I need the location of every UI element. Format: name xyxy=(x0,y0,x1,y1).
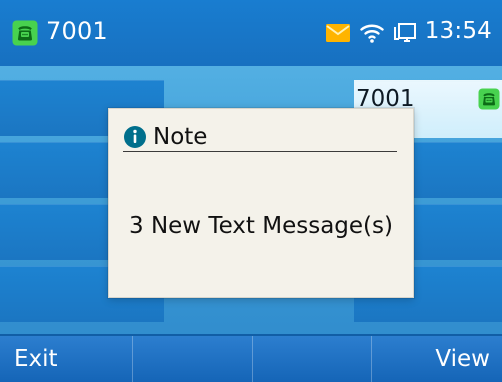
dialog-title: Note xyxy=(153,123,208,150)
status-bar: 7001 13:54 xyxy=(0,0,502,66)
softkey-bar: Exit View xyxy=(0,334,502,382)
phone-icon xyxy=(478,88,500,110)
envelope-icon xyxy=(325,23,351,43)
dialog-divider xyxy=(123,151,397,152)
status-time: 13:54 xyxy=(424,17,492,44)
softkey-blank-2[interactable] xyxy=(253,336,372,382)
wifi-icon xyxy=(359,22,385,44)
status-right-group: 13:54 xyxy=(325,0,492,66)
dialog-header: Note xyxy=(123,125,207,149)
line-number: 7001 xyxy=(46,17,108,45)
display-icon xyxy=(393,22,417,44)
dialog-message: 3 New Text Message(s) xyxy=(129,213,393,239)
softkey-exit[interactable]: Exit xyxy=(0,336,134,382)
note-dialog: Note 3 New Text Message(s) xyxy=(108,108,414,298)
phone-screen: 7001 13:54 7001 Note 3 New Text Message(… xyxy=(0,0,502,382)
softkey-blank-1[interactable] xyxy=(133,336,253,382)
softkey-exit-label: Exit xyxy=(14,346,58,372)
softkey-view[interactable]: View xyxy=(372,336,502,382)
phone-icon xyxy=(12,20,38,46)
status-left-group: 7001 xyxy=(12,0,108,66)
info-icon xyxy=(123,125,147,149)
softkey-view-label: View xyxy=(435,346,490,372)
